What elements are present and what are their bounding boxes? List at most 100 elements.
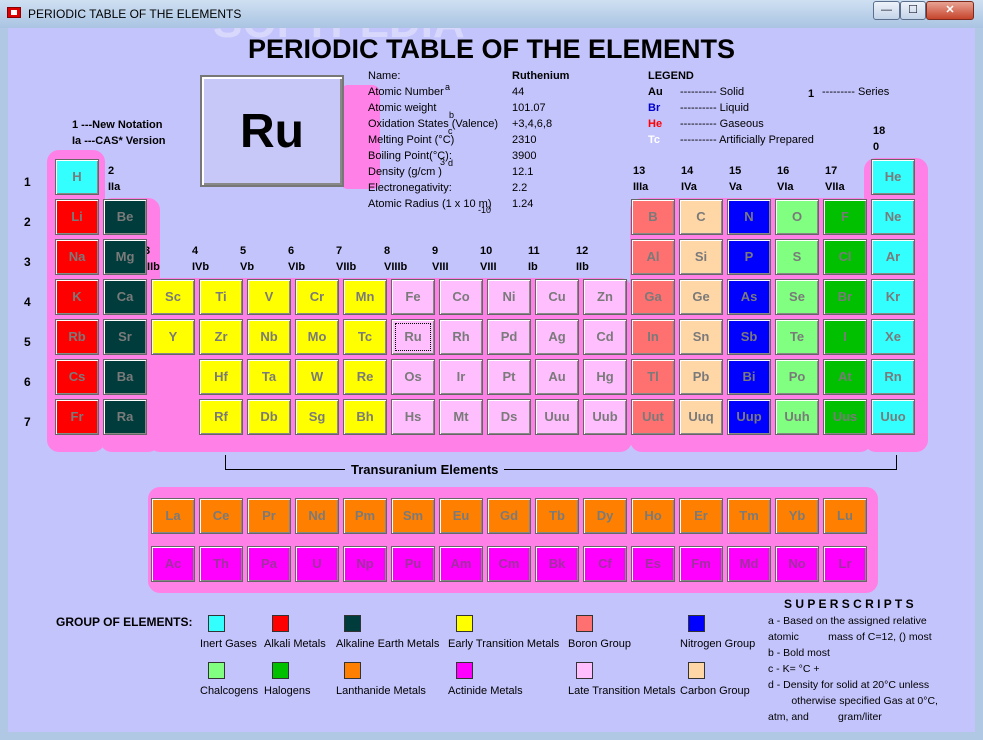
element-cell-i[interactable]: I [823,319,867,355]
element-cell-uus[interactable]: Uus [823,399,867,435]
element-cell-rf[interactable]: Rf [199,399,243,435]
element-cell-md[interactable]: Md [727,546,771,582]
element-cell-as[interactable]: As [727,279,771,315]
element-cell-sc[interactable]: Sc [151,279,195,315]
element-cell-cd[interactable]: Cd [583,319,627,355]
element-cell-al[interactable]: Al [631,239,675,275]
element-cell-os[interactable]: Os [391,359,435,395]
element-cell-nb[interactable]: Nb [247,319,291,355]
element-cell-lr[interactable]: Lr [823,546,867,582]
element-cell-s[interactable]: S [775,239,819,275]
element-cell-kr[interactable]: Kr [871,279,915,315]
element-cell-zr[interactable]: Zr [199,319,243,355]
element-cell-b[interactable]: B [631,199,675,235]
element-cell-br[interactable]: Br [823,279,867,315]
element-cell-gd[interactable]: Gd [487,498,531,534]
element-cell-li[interactable]: Li [55,199,99,235]
element-cell-mt[interactable]: Mt [439,399,483,435]
element-cell-fe[interactable]: Fe [391,279,435,315]
element-cell-ra[interactable]: Ra [103,399,147,435]
element-cell-bh[interactable]: Bh [343,399,387,435]
element-cell-rh[interactable]: Rh [439,319,483,355]
element-cell-no[interactable]: No [775,546,819,582]
element-cell-hg[interactable]: Hg [583,359,627,395]
element-cell-ga[interactable]: Ga [631,279,675,315]
element-cell-at[interactable]: At [823,359,867,395]
element-cell-pd[interactable]: Pd [487,319,531,355]
element-cell-uuh[interactable]: Uuh [775,399,819,435]
element-cell-pr[interactable]: Pr [247,498,291,534]
element-cell-se[interactable]: Se [775,279,819,315]
element-cell-uuo[interactable]: Uuo [871,399,915,435]
element-cell-n[interactable]: N [727,199,771,235]
element-cell-zn[interactable]: Zn [583,279,627,315]
element-cell-o[interactable]: O [775,199,819,235]
element-cell-po[interactable]: Po [775,359,819,395]
element-cell-sr[interactable]: Sr [103,319,147,355]
element-cell-pa[interactable]: Pa [247,546,291,582]
element-cell-v[interactable]: V [247,279,291,315]
element-cell-db[interactable]: Db [247,399,291,435]
element-cell-yb[interactable]: Yb [775,498,819,534]
element-cell-tm[interactable]: Tm [727,498,771,534]
element-cell-lu[interactable]: Lu [823,498,867,534]
element-cell-ho[interactable]: Ho [631,498,675,534]
element-cell-bk[interactable]: Bk [535,546,579,582]
element-cell-rn[interactable]: Rn [871,359,915,395]
element-cell-uup[interactable]: Uup [727,399,771,435]
element-cell-dy[interactable]: Dy [583,498,627,534]
element-cell-k[interactable]: K [55,279,99,315]
element-cell-th[interactable]: Th [199,546,243,582]
element-cell-er[interactable]: Er [679,498,723,534]
element-cell-u[interactable]: U [295,546,339,582]
element-cell-nd[interactable]: Nd [295,498,339,534]
element-cell-sn[interactable]: Sn [679,319,723,355]
element-cell-tb[interactable]: Tb [535,498,579,534]
element-cell-ds[interactable]: Ds [487,399,531,435]
element-cell-la[interactable]: La [151,498,195,534]
element-cell-rb[interactable]: Rb [55,319,99,355]
element-cell-hf[interactable]: Hf [199,359,243,395]
element-cell-hs[interactable]: Hs [391,399,435,435]
close-button[interactable]: ✕ [926,1,974,20]
element-cell-cf[interactable]: Cf [583,546,627,582]
element-cell-p[interactable]: P [727,239,771,275]
element-cell-pu[interactable]: Pu [391,546,435,582]
element-cell-cs[interactable]: Cs [55,359,99,395]
element-cell-ar[interactable]: Ar [871,239,915,275]
element-cell-uuu[interactable]: Uuu [535,399,579,435]
element-cell-tl[interactable]: Tl [631,359,675,395]
element-cell-ir[interactable]: Ir [439,359,483,395]
element-cell-na[interactable]: Na [55,239,99,275]
element-cell-si[interactable]: Si [679,239,723,275]
element-cell-w[interactable]: W [295,359,339,395]
element-cell-bi[interactable]: Bi [727,359,771,395]
minimize-button[interactable]: — [873,1,900,20]
element-cell-ba[interactable]: Ba [103,359,147,395]
title-bar[interactable]: PERIODIC TABLE OF THE ELEMENTS — ☐ ✕ [0,0,983,28]
element-cell-mg[interactable]: Mg [103,239,147,275]
element-cell-ru[interactable]: Ru [391,319,435,355]
element-cell-ac[interactable]: Ac [151,546,195,582]
element-cell-np[interactable]: Np [343,546,387,582]
element-cell-pt[interactable]: Pt [487,359,531,395]
element-cell-uut[interactable]: Uut [631,399,675,435]
element-cell-cl[interactable]: Cl [823,239,867,275]
element-cell-ta[interactable]: Ta [247,359,291,395]
element-cell-co[interactable]: Co [439,279,483,315]
element-cell-pb[interactable]: Pb [679,359,723,395]
element-cell-uuq[interactable]: Uuq [679,399,723,435]
element-cell-au[interactable]: Au [535,359,579,395]
element-cell-he[interactable]: He [871,159,915,195]
element-cell-mo[interactable]: Mo [295,319,339,355]
element-cell-y[interactable]: Y [151,319,195,355]
element-cell-f[interactable]: F [823,199,867,235]
element-cell-tc[interactable]: Tc [343,319,387,355]
element-cell-am[interactable]: Am [439,546,483,582]
element-cell-sm[interactable]: Sm [391,498,435,534]
element-cell-in[interactable]: In [631,319,675,355]
element-cell-re[interactable]: Re [343,359,387,395]
element-cell-be[interactable]: Be [103,199,147,235]
element-cell-ge[interactable]: Ge [679,279,723,315]
element-cell-fr[interactable]: Fr [55,399,99,435]
